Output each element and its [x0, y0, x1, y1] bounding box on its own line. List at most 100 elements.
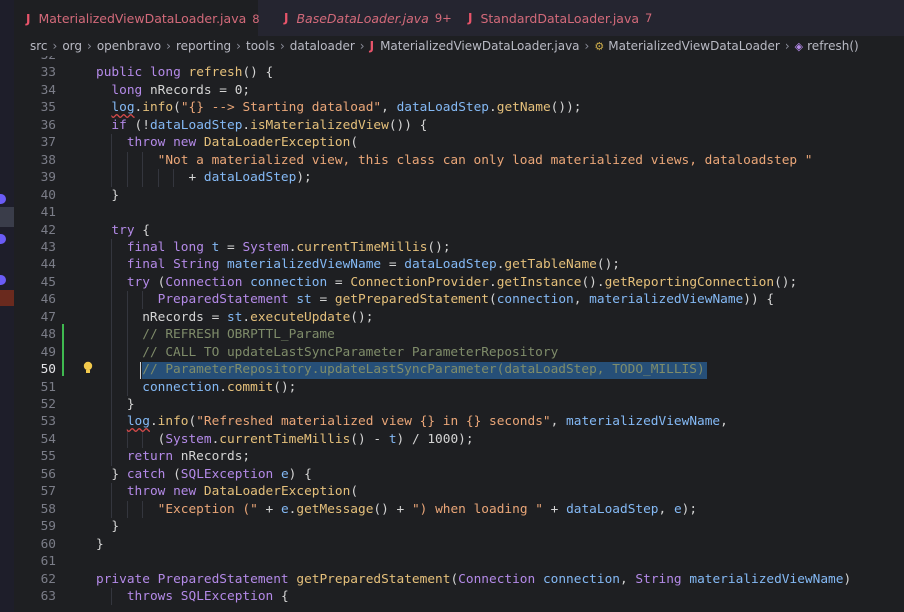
code-text[interactable]: connection.commit(); [96, 379, 296, 396]
code-line[interactable]: 39 + dataLoadStep); [14, 169, 904, 186]
line-number: 55 [40, 449, 56, 465]
chevron-right-icon: › [279, 39, 285, 53]
breadcrumb-item[interactable]: dataloader [290, 39, 355, 53]
code-line[interactable]: 62 private PreparedStatement getPreparedS… [14, 571, 904, 588]
chevron-right-icon: › [236, 39, 241, 53]
text-cursor [140, 362, 142, 379]
code-text[interactable]: final long t = System.currentTimeMillis(… [96, 239, 451, 256]
code-line[interactable]: 42 try { [14, 222, 904, 239]
activity-bar [0, 0, 14, 612]
code-text[interactable]: return nRecords; [96, 448, 250, 465]
code-text[interactable]: } [96, 396, 135, 413]
code-text[interactable]: nRecords = st.executeUpdate(); [96, 309, 373, 326]
code-line[interactable]: 53 log.info("Refreshed materialized view… [14, 413, 904, 430]
activity-badge-icon[interactable] [0, 275, 6, 285]
code-text[interactable]: long nRecords = 0; [96, 82, 250, 99]
activity-item-warning[interactable] [0, 290, 14, 306]
breadcrumb-item[interactable]: tools [246, 39, 275, 53]
code-text[interactable]: throws SQLException { [96, 588, 289, 605]
breadcrumb-item[interactable]: MaterializedViewDataLoader [608, 39, 780, 53]
activity-badge-icon[interactable] [0, 194, 6, 204]
problem-count-badge: 8 [252, 11, 260, 26]
breadcrumb-item[interactable]: refresh() [807, 39, 859, 53]
code-line[interactable]: 48 // REFRESH OBRPTTL_Parame [14, 326, 904, 343]
code-text[interactable]: try { [96, 222, 150, 239]
code-line[interactable]: 38 "Not a materialized view, this class … [14, 152, 904, 169]
line-number: 33 [40, 65, 56, 81]
breadcrumb-item[interactable]: org [62, 39, 82, 53]
code-line[interactable]: 45 try (Connection connection = Connecti… [14, 274, 904, 291]
chevron-right-icon: › [87, 39, 92, 53]
code-text[interactable]: } catch (SQLException e) { [96, 466, 311, 483]
code-line[interactable]: 58 "Exception (" + e.getMessage() + ") w… [14, 501, 904, 518]
code-line[interactable]: 37 throw new DataLoaderException( [14, 134, 904, 151]
code-text[interactable]: "Exception (" + e.getMessage() + ") when… [96, 501, 697, 518]
code-line[interactable]: 54 (System.currentTimeMillis() - t) / 10… [14, 431, 904, 448]
chevron-right-icon: › [52, 39, 58, 53]
code-line[interactable]: 55 return nRecords; [14, 448, 904, 465]
code-text[interactable]: private PreparedStatement getPreparedSta… [96, 571, 851, 588]
line-number: 57 [40, 484, 56, 500]
code-text[interactable]: } [96, 536, 104, 553]
line-number: 58 [40, 501, 56, 517]
breadcrumb-item[interactable]: MaterializedViewDataLoader.java [380, 39, 579, 53]
code-text[interactable]: // REFRESH OBRPTTL_Parame [96, 326, 335, 343]
breadcrumb-item[interactable]: openbravo [97, 39, 161, 53]
code-editor[interactable]: 3233public long refresh() {34 long nReco… [14, 56, 904, 612]
code-text[interactable]: } [96, 518, 119, 535]
code-text[interactable]: log.info("{} --> Starting dataload", dat… [96, 99, 581, 116]
code-text[interactable]: // ParameterRepository.updateLastSyncPar… [96, 361, 704, 378]
code-text[interactable]: PreparedStatement st = getPreparedStatem… [96, 291, 774, 308]
code-text[interactable]: public long refresh() { [96, 64, 273, 81]
code-line[interactable]: 35 log.info("{} --> Starting dataload", … [14, 99, 904, 116]
code-text[interactable]: (System.currentTimeMillis() - t) / 1000)… [96, 431, 474, 448]
code-line[interactable]: 60} [14, 536, 904, 553]
code-line[interactable]: 46 PreparedStatement st = getPreparedSta… [14, 291, 904, 308]
code-text[interactable]: throw new DataLoaderException( [96, 134, 358, 151]
code-line[interactable]: 40 } [14, 187, 904, 204]
code-line[interactable]: 50 // ParameterRepository.updateLastSync… [14, 361, 904, 378]
line-number: 34 [40, 82, 56, 98]
line-number: 50 [40, 362, 56, 378]
line-number: 44 [40, 257, 56, 273]
activity-item-selected[interactable] [0, 207, 14, 227]
code-line[interactable]: 36 if (!dataLoadStep.isMaterializedView(… [14, 117, 904, 134]
class-icon: ⚙ [594, 39, 605, 53]
code-line[interactable]: 49 // CALL TO updateLastSyncParameter Pa… [14, 344, 904, 361]
tab-standard-data-loader[interactable]: J StandardDataLoader.java 7 [468, 0, 652, 36]
code-text[interactable]: } [96, 187, 119, 204]
code-line[interactable]: 32 [14, 56, 904, 64]
code-line[interactable]: 61 [14, 553, 904, 570]
chevron-right-icon: › [359, 39, 365, 53]
code-line[interactable]: 63 throws SQLException { [14, 588, 904, 605]
code-line[interactable]: 59 } [14, 518, 904, 535]
code-line[interactable]: 41 [14, 204, 904, 221]
line-number: 36 [40, 117, 56, 133]
code-text[interactable]: if (!dataLoadStep.isMaterializedView()) … [96, 117, 427, 134]
tab-label: StandardDataLoader.java [480, 10, 640, 26]
tab-label: BaseDataLoader.java [296, 10, 429, 26]
tab-materialized-view-data-loader[interactable]: J MaterializedViewDataLoader.java 8 [14, 0, 260, 36]
breadcrumb-item[interactable]: reporting [176, 39, 231, 53]
code-line[interactable]: 43 final long t = System.currentTimeMill… [14, 239, 904, 256]
code-line[interactable]: 51 connection.commit(); [14, 379, 904, 396]
line-number: 37 [40, 135, 56, 151]
code-text[interactable]: // CALL TO updateLastSyncParameter Param… [96, 344, 558, 361]
line-number: 47 [40, 309, 56, 325]
code-line[interactable]: 44 final String materializedViewName = d… [14, 256, 904, 273]
code-text[interactable]: try (Connection connection = ConnectionP… [96, 274, 797, 291]
code-text[interactable]: "Not a materialized view, this class can… [96, 152, 813, 169]
tab-base-data-loader[interactable]: J BaseDataLoader.java 9+ [284, 0, 452, 36]
code-line[interactable]: 47 nRecords = st.executeUpdate(); [14, 309, 904, 326]
activity-badge-icon[interactable] [0, 234, 6, 244]
code-line[interactable]: 56 } catch (SQLException e) { [14, 466, 904, 483]
code-text[interactable]: log.info("Refreshed materialized view {}… [96, 413, 728, 430]
breadcrumb-item[interactable]: src [30, 39, 48, 53]
code-text[interactable]: throw new DataLoaderException( [96, 483, 358, 500]
code-line[interactable]: 33 public long refresh() { [14, 64, 904, 81]
code-text[interactable]: final String materializedViewName = data… [96, 256, 620, 273]
code-line[interactable]: 57 throw new DataLoaderException( [14, 483, 904, 500]
code-line[interactable]: 34 long nRecords = 0; [14, 82, 904, 99]
code-line[interactable]: 52 } [14, 396, 904, 413]
code-text[interactable]: + dataLoadStep); [96, 169, 311, 186]
